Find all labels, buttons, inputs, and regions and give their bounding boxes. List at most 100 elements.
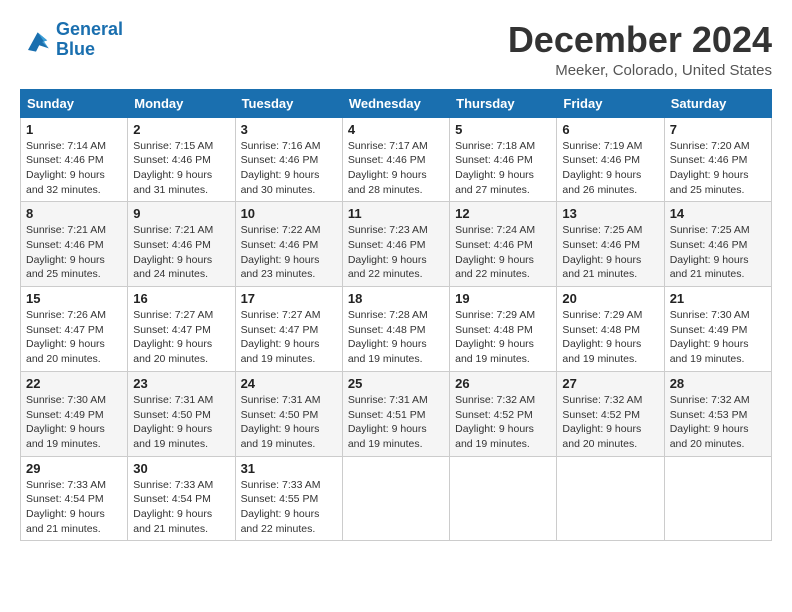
day-info: Sunrise: 7:24 AMSunset: 4:46 PMDaylight:… (455, 223, 551, 282)
calendar-cell: 2 Sunrise: 7:15 AMSunset: 4:46 PMDaylight… (128, 117, 235, 202)
day-number: 13 (562, 206, 658, 221)
day-number: 27 (562, 376, 658, 391)
day-number: 19 (455, 291, 551, 306)
calendar-cell (450, 456, 557, 541)
day-info: Sunrise: 7:31 AMSunset: 4:50 PMDaylight:… (241, 393, 337, 452)
day-number: 26 (455, 376, 551, 391)
day-info: Sunrise: 7:15 AMSunset: 4:46 PMDaylight:… (133, 139, 229, 198)
day-info: Sunrise: 7:33 AMSunset: 4:55 PMDaylight:… (241, 478, 337, 537)
day-info: Sunrise: 7:19 AMSunset: 4:46 PMDaylight:… (562, 139, 658, 198)
day-info: Sunrise: 7:31 AMSunset: 4:50 PMDaylight:… (133, 393, 229, 452)
calendar-cell: 7Sunrise: 7:20 AMSunset: 4:46 PMDaylight… (664, 117, 771, 202)
calendar-cell: 30Sunrise: 7:33 AMSunset: 4:54 PMDayligh… (128, 456, 235, 541)
day-info: Sunrise: 7:27 AMSunset: 4:47 PMDaylight:… (133, 308, 229, 367)
day-info: Sunrise: 7:14 AMSunset: 4:46 PMDaylight:… (26, 139, 122, 198)
day-number: 31 (241, 461, 337, 476)
day-info: Sunrise: 7:32 AMSunset: 4:52 PMDaylight:… (455, 393, 551, 452)
calendar-cell: 18 Sunrise: 7:28 AMSunset: 4:48 PMDayligh… (342, 287, 449, 372)
day-number: 1 (26, 122, 122, 137)
calendar-week-row: 1 Sunrise: 7:14 AMSunset: 4:46 PMDaylight… (21, 117, 772, 202)
day-info: Sunrise: 7:25 AMSunset: 4:46 PMDaylight:… (670, 223, 766, 282)
calendar-cell: 19 Sunrise: 7:29 AMSunset: 4:48 PMDayligh… (450, 287, 557, 372)
day-number: 20 (562, 291, 658, 306)
day-number: 11 (348, 206, 444, 221)
day-number: 29 (26, 461, 122, 476)
calendar-cell: 22 Sunrise: 7:30 AMSunset: 4:49 PMDayligh… (21, 371, 128, 456)
day-info: Sunrise: 7:33 AMSunset: 4:54 PMDaylight:… (133, 478, 229, 537)
day-info: Sunrise: 7:23 AMSunset: 4:46 PMDaylight:… (348, 223, 444, 282)
day-info: Sunrise: 7:21 AMSunset: 4:46 PMDaylight:… (26, 223, 122, 282)
calendar-table: SundayMondayTuesdayWednesdayThursdayFrid… (20, 89, 772, 542)
day-info: Sunrise: 7:21 AMSunset: 4:46 PMDaylight:… (133, 223, 229, 282)
day-number: 8 (26, 206, 122, 221)
day-number: 9 (133, 206, 229, 221)
calendar-cell: 28 Sunrise: 7:32 AMSunset: 4:53 PMDayligh… (664, 371, 771, 456)
day-info: Sunrise: 7:30 AMSunset: 4:49 PMDaylight:… (26, 393, 122, 452)
calendar-cell: 6Sunrise: 7:19 AMSunset: 4:46 PMDaylight… (557, 117, 664, 202)
day-info: Sunrise: 7:29 AMSunset: 4:48 PMDaylight:… (455, 308, 551, 367)
day-of-week-header: Tuesday (235, 89, 342, 117)
day-number: 23 (133, 376, 229, 391)
day-info: Sunrise: 7:20 AMSunset: 4:46 PMDaylight:… (670, 139, 766, 198)
day-info: Sunrise: 7:16 AMSunset: 4:46 PMDaylight:… (241, 139, 337, 198)
day-info: Sunrise: 7:26 AMSunset: 4:47 PMDaylight:… (26, 308, 122, 367)
calendar-cell: 16Sunrise: 7:27 AMSunset: 4:47 PMDayligh… (128, 287, 235, 372)
day-number: 14 (670, 206, 766, 221)
calendar-cell: 15 Sunrise: 7:26 AMSunset: 4:47 PMDayligh… (21, 287, 128, 372)
calendar-cell: 1 Sunrise: 7:14 AMSunset: 4:46 PMDaylight… (21, 117, 128, 202)
day-of-week-header: Thursday (450, 89, 557, 117)
day-number: 15 (26, 291, 122, 306)
logo: General Blue (20, 20, 123, 60)
calendar-cell: 14 Sunrise: 7:25 AMSunset: 4:46 PMDayligh… (664, 202, 771, 287)
day-info: Sunrise: 7:32 AMSunset: 4:53 PMDaylight:… (670, 393, 766, 452)
calendar-cell: 24 Sunrise: 7:31 AMSunset: 4:50 PMDayligh… (235, 371, 342, 456)
calendar-week-row: 8 Sunrise: 7:21 AMSunset: 4:46 PMDaylight… (21, 202, 772, 287)
day-of-week-header: Friday (557, 89, 664, 117)
title-block: December 2024 Meeker, Colorado, United S… (508, 20, 772, 79)
day-info: Sunrise: 7:18 AMSunset: 4:46 PMDaylight:… (455, 139, 551, 198)
day-number: 22 (26, 376, 122, 391)
calendar-cell: 20 Sunrise: 7:29 AMSunset: 4:48 PMDayligh… (557, 287, 664, 372)
day-number: 24 (241, 376, 337, 391)
day-info: Sunrise: 7:29 AMSunset: 4:48 PMDaylight:… (562, 308, 658, 367)
day-number: 5 (455, 122, 551, 137)
calendar-cell: 17Sunrise: 7:27 AMSunset: 4:47 PMDayligh… (235, 287, 342, 372)
day-info: Sunrise: 7:17 AMSunset: 4:46 PMDaylight:… (348, 139, 444, 198)
calendar-cell: 23 Sunrise: 7:31 AMSunset: 4:50 PMDayligh… (128, 371, 235, 456)
day-number: 28 (670, 376, 766, 391)
calendar-cell: 10Sunrise: 7:22 AMSunset: 4:46 PMDayligh… (235, 202, 342, 287)
day-of-week-header: Sunday (21, 89, 128, 117)
calendar-cell: 29 Sunrise: 7:33 AMSunset: 4:54 PMDayligh… (21, 456, 128, 541)
calendar-header-row: SundayMondayTuesdayWednesdayThursdayFrid… (21, 89, 772, 117)
logo-text: General Blue (56, 20, 123, 60)
calendar-cell: 8 Sunrise: 7:21 AMSunset: 4:46 PMDaylight… (21, 202, 128, 287)
day-number: 2 (133, 122, 229, 137)
calendar-cell: 31 Sunrise: 7:33 AMSunset: 4:55 PMDayligh… (235, 456, 342, 541)
day-number: 17 (241, 291, 337, 306)
day-number: 3 (241, 122, 337, 137)
day-of-week-header: Wednesday (342, 89, 449, 117)
day-of-week-header: Saturday (664, 89, 771, 117)
day-number: 10 (241, 206, 337, 221)
calendar-cell: 11 Sunrise: 7:23 AMSunset: 4:46 PMDayligh… (342, 202, 449, 287)
calendar-cell (664, 456, 771, 541)
day-info: Sunrise: 7:33 AMSunset: 4:54 PMDaylight:… (26, 478, 122, 537)
calendar-cell: 21Sunrise: 7:30 AMSunset: 4:49 PMDayligh… (664, 287, 771, 372)
day-info: Sunrise: 7:31 AMSunset: 4:51 PMDaylight:… (348, 393, 444, 452)
calendar-cell: 4Sunrise: 7:17 AMSunset: 4:46 PMDaylight… (342, 117, 449, 202)
day-number: 12 (455, 206, 551, 221)
calendar-cell: 12 Sunrise: 7:24 AMSunset: 4:46 PMDayligh… (450, 202, 557, 287)
month-title: December 2024 (508, 20, 772, 60)
calendar-cell: 25Sunrise: 7:31 AMSunset: 4:51 PMDayligh… (342, 371, 449, 456)
location: Meeker, Colorado, United States (508, 62, 772, 79)
day-info: Sunrise: 7:25 AMSunset: 4:46 PMDaylight:… (562, 223, 658, 282)
page-header: General Blue December 2024 Meeker, Color… (20, 20, 772, 79)
calendar-week-row: 15 Sunrise: 7:26 AMSunset: 4:47 PMDayligh… (21, 287, 772, 372)
calendar-cell: 9 Sunrise: 7:21 AMSunset: 4:46 PMDaylight… (128, 202, 235, 287)
calendar-cell: 13 Sunrise: 7:25 AMSunset: 4:46 PMDayligh… (557, 202, 664, 287)
calendar-body: 1 Sunrise: 7:14 AMSunset: 4:46 PMDaylight… (21, 117, 772, 541)
day-info: Sunrise: 7:28 AMSunset: 4:48 PMDaylight:… (348, 308, 444, 367)
day-number: 18 (348, 291, 444, 306)
day-of-week-header: Monday (128, 89, 235, 117)
calendar-cell: 5 Sunrise: 7:18 AMSunset: 4:46 PMDaylight… (450, 117, 557, 202)
